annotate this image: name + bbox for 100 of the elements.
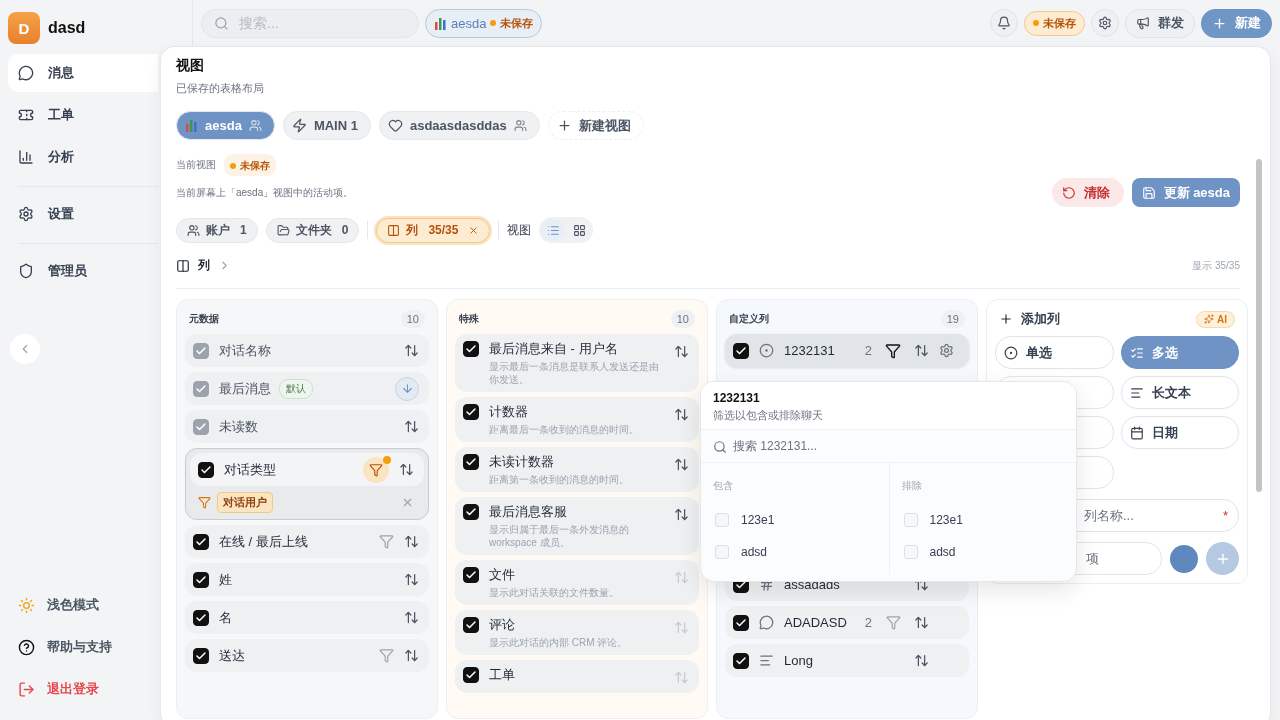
checkbox[interactable] (193, 342, 209, 359)
checkbox[interactable] (463, 454, 479, 470)
unsaved-badge: 未保存 (224, 154, 276, 176)
checkbox[interactable] (733, 342, 749, 359)
filter-button[interactable] (363, 456, 389, 483)
column-label: assadads (784, 577, 841, 592)
column-row[interactable]: 在线 / 最后上线 (185, 525, 429, 558)
column-label: 最后消息客服 (489, 503, 568, 521)
view-tab[interactable]: asdaasdasddas (378, 111, 540, 140)
sparkle-icon (1204, 314, 1214, 324)
group-title: 特殊 (459, 312, 479, 326)
check-icon (195, 420, 207, 433)
checkbox[interactable] (193, 609, 209, 626)
nav-item[interactable]: 分析 (8, 138, 158, 176)
nav-item[interactable]: 设置 (8, 195, 158, 233)
clear-button[interactable]: 清除 (1051, 178, 1124, 207)
column-row[interactable]: 最后消息 默认 (185, 372, 429, 405)
checkbox[interactable] (463, 504, 479, 520)
search-icon (713, 440, 727, 454)
sidebar-link[interactable]: 帮助与支持 (8, 630, 158, 664)
sidebar-link[interactable]: 浅色模式 (8, 588, 158, 622)
sort-icon[interactable] (914, 653, 929, 668)
checkbox[interactable] (193, 533, 209, 550)
nav-item[interactable]: 管理员 (8, 252, 158, 290)
sort-icon[interactable] (404, 534, 419, 549)
sort-icon[interactable] (674, 507, 689, 522)
checkbox[interactable] (463, 667, 479, 683)
column-type-button[interactable]: 长文本 (1120, 376, 1239, 409)
column-label: 送达 (219, 646, 246, 665)
breadcrumb[interactable]: 列 (198, 257, 210, 274)
sort-descending-button[interactable] (395, 376, 419, 401)
column-row[interactable]: 对话类型 (190, 453, 424, 486)
checkbox[interactable] (463, 341, 479, 357)
check-icon (465, 406, 477, 418)
checkbox[interactable] (193, 380, 209, 397)
check-icon (735, 344, 747, 357)
filter-tag[interactable]: 对话用户 (217, 492, 273, 513)
column-row[interactable]: 未读数 (185, 410, 429, 443)
filter-icon (198, 496, 211, 509)
column-type-button[interactable]: 单选 (995, 336, 1114, 369)
megaphone-icon (1136, 16, 1150, 30)
option-field[interactable]: 项 (996, 543, 1161, 574)
sort-icon[interactable] (399, 462, 414, 477)
group-heading: 排除 (900, 479, 923, 493)
column-row[interactable]: 姓 (185, 563, 429, 596)
sort-icon[interactable] (404, 343, 419, 358)
column-row[interactable]: ADADASD 2 (725, 606, 969, 639)
column-row[interactable]: 对话名称 (185, 334, 429, 367)
nav-item[interactable]: 工单 (8, 96, 158, 134)
checkbox[interactable] (463, 567, 479, 583)
column-label: 计数器 (489, 403, 529, 421)
checkbox[interactable] (733, 614, 749, 631)
color-swatch[interactable] (1170, 544, 1198, 573)
column-row[interactable]: 评论 显示此对话的内部 CRM 评论。 (455, 610, 699, 655)
column-row[interactable]: Long (725, 644, 969, 677)
checkbox[interactable] (198, 461, 214, 478)
sun-icon (18, 596, 35, 614)
filter-icon[interactable] (885, 342, 901, 359)
filter-option[interactable]: 123e1 (705, 505, 885, 535)
checkbox[interactable] (733, 652, 749, 669)
checkbox[interactable] (193, 647, 209, 664)
sort-icon[interactable] (674, 457, 689, 472)
settings-icon[interactable] (939, 343, 954, 358)
view-chip[interactable]: aesda 未保存 (425, 8, 543, 38)
view-description: 当前屏幕上「aesda」视图中的活动项。 (176, 185, 354, 200)
sort-icon[interactable] (914, 615, 929, 630)
column-row[interactable]: 文件 显示此对话关联的文件数量。 (455, 560, 699, 605)
notifications-button[interactable] (990, 9, 1018, 37)
view-tab[interactable]: MAIN 1 (282, 111, 371, 140)
checkbox[interactable] (193, 571, 209, 588)
checkbox[interactable] (463, 404, 479, 420)
column-row[interactable]: 1232131 2 (725, 334, 969, 367)
checkbox[interactable] (193, 418, 209, 435)
circle-dot-icon (1004, 345, 1018, 360)
broadcast-button[interactable]: 群发 (1125, 8, 1195, 38)
plus-icon (999, 312, 1013, 326)
column-row[interactable]: 送达 (185, 639, 429, 672)
column-row[interactable]: 工单 (455, 660, 699, 693)
current-view-label: 当前视图 (176, 158, 216, 172)
filter-chip[interactable]: 账户 1 (176, 217, 258, 243)
menu-search-field[interactable]: 搜索 1232131... (701, 430, 1076, 462)
settings-button[interactable] (1091, 9, 1119, 37)
filter-chip[interactable]: 列 35/35 (376, 217, 491, 243)
checkbox[interactable] (463, 617, 479, 633)
sort-icon[interactable] (674, 407, 689, 422)
filter-chip[interactable]: 文件夹 0 (265, 217, 360, 243)
new-view-button[interactable]: 新建视图 (547, 111, 644, 140)
column-row[interactable]: 名 (185, 601, 429, 634)
nav-item[interactable]: 消息 (8, 54, 158, 92)
sort-icon[interactable] (914, 343, 929, 358)
sort-icon[interactable] (404, 610, 419, 625)
sort-icon[interactable] (404, 648, 419, 663)
sidebar-link[interactable]: 退出登录 (8, 672, 158, 706)
sort-icon[interactable] (404, 419, 419, 434)
column-type-button[interactable]: 日期 (1120, 416, 1239, 449)
sort-icon[interactable] (674, 344, 689, 359)
column-label: 评论 (489, 616, 516, 634)
sort-icon[interactable] (404, 572, 419, 587)
settings-icon (1098, 16, 1112, 30)
filter-option[interactable]: adsd (705, 537, 885, 567)
